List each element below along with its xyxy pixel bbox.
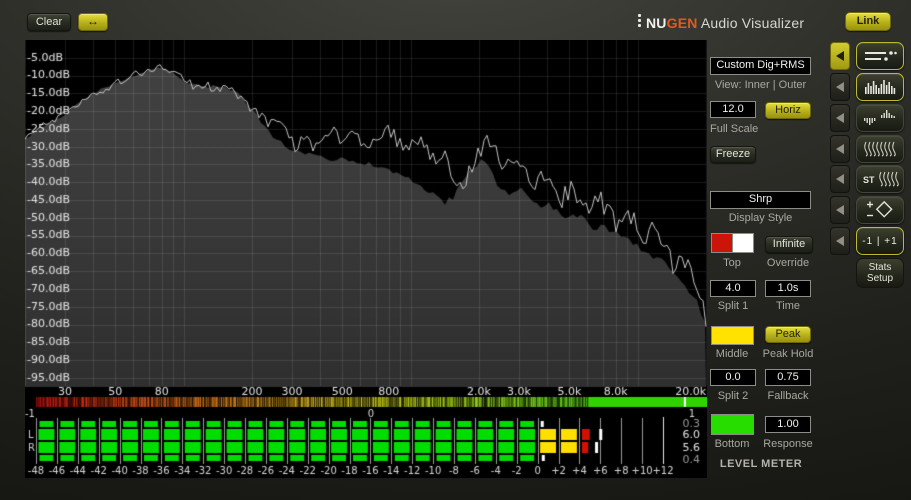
peak-hold-button[interactable]: Peak [765, 326, 811, 343]
tool-arrow-stereo[interactable] [830, 165, 850, 193]
left-triangle-icon [836, 51, 844, 61]
st-text: ST [863, 175, 875, 185]
link-button[interactable]: Link [845, 12, 891, 31]
time-label: Time [775, 300, 801, 312]
brand-prefix: NU [646, 15, 667, 31]
tool-correlation-view-button[interactable]: -1 | +1 [856, 227, 904, 255]
horiz-button[interactable]: Horiz [765, 102, 811, 119]
bottom-label: Bottom [714, 438, 750, 450]
horizontal-zoom-arrows-button[interactable]: ↔ [78, 13, 108, 31]
override-label: Override [766, 257, 810, 269]
tool-vectorscope-button[interactable] [856, 196, 904, 224]
tool-arrow-vectorscope[interactable] [830, 196, 850, 224]
spectrum-bars-icon [865, 80, 896, 94]
peak-hold-label: Peak Hold [762, 348, 814, 360]
slider-lines-icon [865, 51, 897, 61]
top-color-swatches[interactable] [711, 233, 754, 258]
display-style-combo[interactable]: Shrp [710, 191, 811, 209]
display-style-label: Display Style [728, 212, 793, 224]
tool-spectrogram-view-button[interactable] [856, 135, 904, 163]
tool-display-options-button[interactable] [856, 42, 904, 70]
level-meter-section-title: LEVEL METER [719, 458, 803, 470]
response-field[interactable]: 1.00 [765, 416, 811, 433]
tool-arrow-spectrogram[interactable] [830, 135, 850, 163]
top-color-left-swatch[interactable] [711, 233, 732, 253]
stats-setup-line2: Setup [866, 273, 894, 284]
clear-button[interactable]: Clear [27, 13, 71, 31]
fallback-label: Fallback [767, 390, 809, 402]
split2-label: Split 2 [717, 390, 749, 402]
top-color-right-swatch[interactable] [732, 233, 754, 253]
preset-combo[interactable]: Custom Dig+RMS [710, 57, 811, 75]
audio-visualizer-window: Clear ↔ NUGEN Audio Visualizer Link Cust… [0, 0, 911, 500]
left-right-arrows-icon: ↔ [87, 14, 99, 28]
wavy-lines-icon [864, 141, 896, 157]
tool-arrow-display-options[interactable] [830, 42, 850, 70]
diamond-plus-minus-icon [867, 200, 893, 218]
middle-label: Middle [715, 348, 749, 360]
tool-spectrum-view-button[interactable] [856, 73, 904, 101]
left-triangle-icon [836, 113, 844, 123]
tool-waveform-view-button[interactable] [856, 104, 904, 132]
tool-arrow-correlation[interactable] [830, 227, 850, 255]
response-label: Response [763, 438, 813, 450]
fallback-field[interactable]: 0.75 [765, 369, 811, 386]
time-field[interactable]: 1.0s [765, 280, 811, 297]
view-mode-label: View: Inner | Outer [714, 79, 807, 91]
tool-arrow-spectrum[interactable] [830, 73, 850, 101]
brand-accent: GEN [666, 15, 698, 31]
tool-stereo-spectrogram-button[interactable]: ST [856, 165, 904, 193]
left-triangle-icon [836, 144, 844, 154]
override-button[interactable]: Infinite [765, 236, 813, 253]
waveform-bars-icon [864, 110, 895, 125]
full-scale-label: Full Scale [710, 123, 759, 135]
st-wavy-lines-icon: ST [863, 171, 899, 187]
bottom-color-swatch[interactable] [711, 414, 754, 435]
stats-setup-line1: Stats [868, 262, 892, 273]
split1-field[interactable]: 4.0 [710, 280, 756, 297]
nugen-dots-icon [638, 12, 641, 29]
left-triangle-icon [836, 205, 844, 215]
left-triangle-icon [836, 236, 844, 246]
minus-one-plus-one-icon: -1 | +1 [862, 235, 898, 247]
stats-setup-button[interactable]: Stats Setup [856, 258, 904, 288]
top-label: Top [723, 257, 741, 269]
split2-field[interactable]: 0.0 [710, 369, 756, 386]
left-triangle-icon [836, 174, 844, 184]
freeze-button[interactable]: Freeze [710, 146, 756, 163]
tool-arrow-waveform[interactable] [830, 104, 850, 132]
spectrum-and-meter-display [25, 40, 707, 478]
split1-label: Split 1 [717, 300, 749, 312]
full-scale-field[interactable]: 12.0 [710, 101, 756, 118]
brand-rest: Audio Visualizer [697, 15, 805, 31]
left-triangle-icon [836, 82, 844, 92]
middle-color-swatch[interactable] [711, 326, 754, 345]
brand-logo: NUGEN Audio Visualizer [638, 12, 804, 31]
